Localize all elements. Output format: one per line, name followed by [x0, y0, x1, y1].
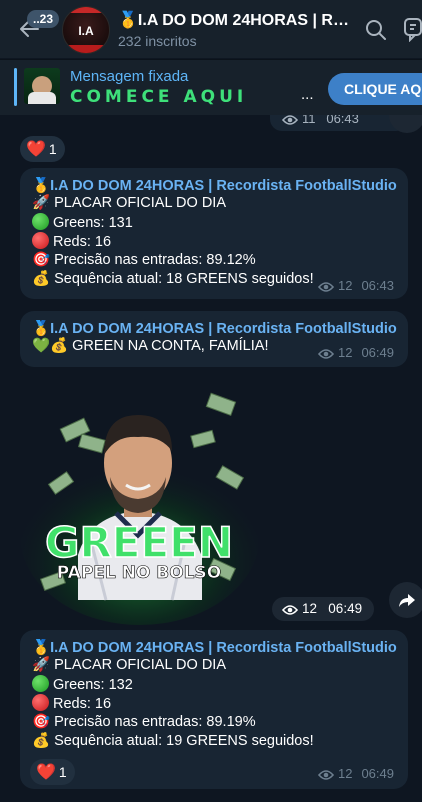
eye-icon — [281, 115, 299, 125]
eye-icon — [317, 770, 335, 780]
media-image[interactable]: GREEEN PAPEL NO BOLSO — [20, 385, 258, 625]
pinned-indicator — [14, 68, 17, 106]
target-icon: 🎯 — [32, 252, 55, 268]
reaction-chip[interactable]: ❤️ 1 — [20, 136, 65, 162]
message-time: 06:49 — [361, 766, 394, 781]
avatar-text: I.A — [78, 24, 94, 38]
pinned-text: COMECE AQUI — [70, 87, 248, 107]
eye-icon — [281, 605, 299, 615]
reaction-count: 1 — [58, 764, 67, 780]
pinned-thumbnail — [24, 68, 60, 104]
eye-icon — [317, 282, 335, 292]
message-bubble[interactable]: 🥇I.A DO DOM 24HORAS | Recordista Footbal… — [20, 311, 408, 367]
message-line: Reds: 16 — [32, 694, 396, 713]
message-line: 🚀 PLACAR OFICIAL DO DIA — [32, 657, 226, 673]
message-line: 🎯 Precisão nas entradas: 89.12% — [32, 252, 256, 268]
more-icon[interactable] — [402, 16, 422, 42]
message-line: Greens: 131 — [32, 213, 396, 232]
message-bubble[interactable]: 🥇I.A DO DOM 24HORAS | Recordista Footbal… — [20, 630, 408, 789]
greeen-promo-image: GREEEN PAPEL NO BOLSO — [20, 385, 258, 625]
message-time: 06:43 — [361, 278, 394, 293]
unread-badge: ..23 — [27, 10, 60, 28]
message-sender: 🥇I.A DO DOM 24HORAS | Recordista Footbal… — [32, 178, 397, 194]
money-bag-icon: 💰 — [50, 338, 73, 354]
message-time: 06:43 — [326, 115, 359, 126]
red-circle-icon — [32, 694, 49, 711]
medal-icon: 🥇 — [32, 640, 51, 656]
message-feed[interactable]: 11 06:43 ❤️ 1 🥇I.A DO DOM 24HORAS | Recor… — [0, 115, 422, 802]
partial-message-footer: 11 06:43 — [270, 115, 408, 131]
medal-icon: 🥇 — [32, 321, 51, 337]
heart-icon: ❤️ — [26, 141, 46, 158]
green-heart-icon: 💚 — [32, 338, 51, 354]
message-line: 🎯 Precisão nas entradas: 89.19% — [32, 714, 256, 730]
message-time: 06:49 — [328, 601, 363, 616]
views-count: 12 — [337, 766, 353, 781]
message-time: 06:49 — [361, 345, 394, 360]
green-circle-icon — [32, 675, 49, 692]
rocket-icon: 🚀 — [32, 195, 55, 211]
reaction-chip[interactable]: ❤️ 1 — [30, 759, 75, 785]
subscriber-count: 232 inscritos — [118, 33, 197, 49]
red-circle-icon — [32, 232, 49, 249]
greeen-text: GREEEN — [45, 518, 233, 567]
reaction-count: 1 — [48, 141, 57, 157]
medal-icon: 🥇 — [32, 178, 51, 194]
money-bag-icon: 💰 — [32, 733, 55, 749]
share-button[interactable] — [389, 582, 422, 618]
target-icon: 🎯 — [32, 714, 55, 730]
pinned-action-button[interactable]: CLIQUE AQUI — [328, 73, 422, 105]
pinned-message-bar[interactable]: Mensagem fixada COMECE AQUI ... CLIQUE A… — [0, 59, 422, 115]
message-line: Greens: 132 — [32, 675, 396, 694]
share-icon — [399, 594, 415, 607]
views-count: 12 — [337, 278, 353, 293]
views-count: 12 — [302, 601, 318, 616]
message-bubble[interactable]: 🥇I.A DO DOM 24HORAS | Recordista Footbal… — [20, 168, 408, 299]
message-line: Reds: 16 — [32, 232, 396, 251]
channel-avatar[interactable]: I.A — [62, 6, 110, 54]
message-meta: 12 06:49 — [317, 766, 394, 781]
message-line: 💰 Sequência atual: 19 GREENS seguidos! — [32, 733, 314, 749]
search-icon[interactable] — [364, 18, 388, 42]
views-count: 11 — [302, 115, 316, 126]
message-line: 🚀 PLACAR OFICIAL DO DIA — [32, 195, 226, 211]
rocket-icon: 🚀 — [32, 657, 55, 673]
money-bag-icon: 💰 — [32, 271, 55, 287]
papel-no-bolso-text: PAPEL NO BOLSO — [57, 563, 221, 583]
message-meta: 12 06:43 — [317, 278, 394, 293]
media-meta: 12 06:49 — [272, 597, 374, 621]
pinned-label: Mensagem fixada — [70, 68, 189, 85]
message-sender: 🥇I.A DO DOM 24HORAS | Recordista Footbal… — [32, 321, 397, 337]
pinned-ellipsis: ... — [301, 86, 314, 103]
chat-header: ..23 I.A 🥇I.A DO DOM 24HORAS | Recordist… — [0, 0, 422, 58]
heart-icon: ❤️ — [36, 764, 56, 781]
views-count: 12 — [337, 345, 353, 360]
green-circle-icon — [32, 213, 49, 230]
eye-icon — [317, 349, 335, 359]
message-meta: 12 06:49 — [317, 345, 394, 360]
message-sender: 🥇I.A DO DOM 24HORAS | Recordista Footbal… — [32, 640, 397, 656]
channel-title[interactable]: 🥇I.A DO DOM 24HORAS | Recordista Footbal… — [118, 10, 354, 30]
